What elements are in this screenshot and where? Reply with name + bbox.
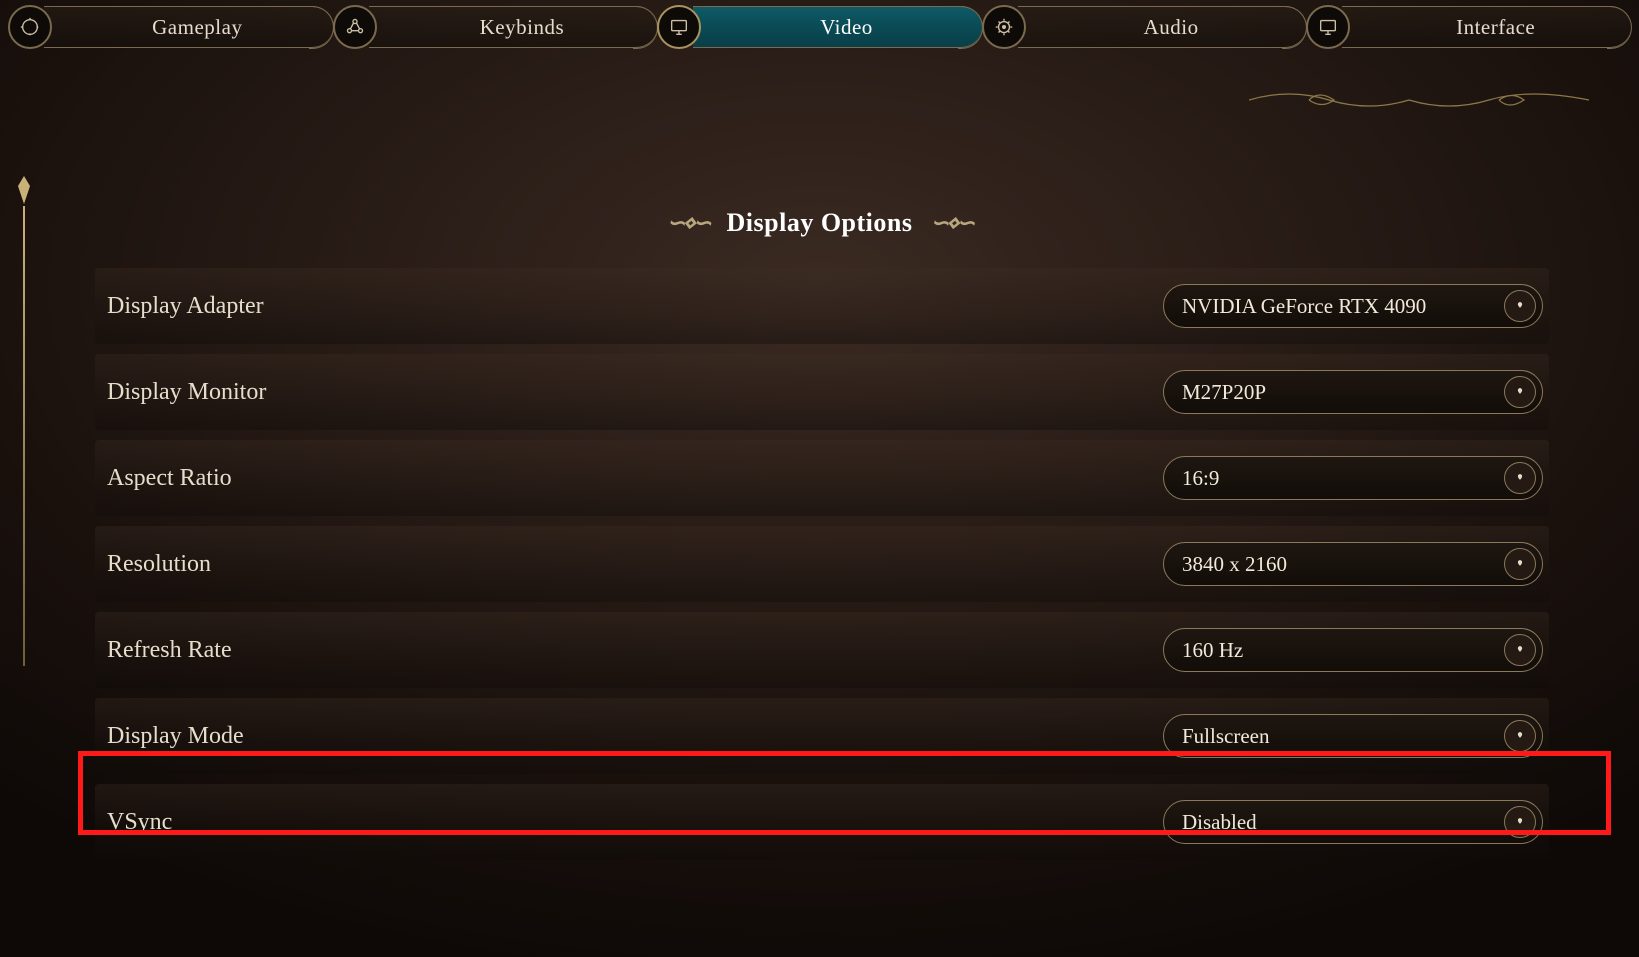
dropdown-value: Disabled (1182, 810, 1257, 835)
setting-row-refresh-rate: Refresh Rate 160 Hz (95, 612, 1549, 688)
display-monitor-dropdown[interactable]: M27P20P (1163, 370, 1543, 414)
target-icon (8, 5, 52, 49)
dropdown-value: M27P20P (1182, 380, 1266, 405)
setting-label: Aspect Ratio (101, 465, 1163, 492)
settings-list: Display Adapter NVIDIA GeForce RTX 4090 … (95, 268, 1549, 860)
dropdown-value: 16:9 (1182, 466, 1219, 491)
aspect-ratio-dropdown[interactable]: 16:9 (1163, 456, 1543, 500)
setting-label: Display Monitor (101, 379, 1163, 406)
display-mode-dropdown[interactable]: Fullscreen (1163, 714, 1543, 758)
setting-row-display-adapter: Display Adapter NVIDIA GeForce RTX 4090 (95, 268, 1549, 344)
chevron-down-icon (1504, 548, 1536, 580)
swash-right-icon: ∽⋄∽ (930, 210, 972, 236)
dial-icon (982, 5, 1026, 49)
chevron-down-icon (1504, 806, 1536, 838)
setting-row-resolution: Resolution 3840 x 2160 (95, 526, 1549, 602)
setting-row-aspect-ratio: Aspect Ratio 16:9 (95, 440, 1549, 516)
tab-video[interactable]: Video (657, 4, 982, 50)
setting-label: Display Mode (101, 723, 1163, 750)
tab-audio[interactable]: Audio (982, 4, 1307, 50)
chevron-down-icon (1504, 376, 1536, 408)
vsync-dropdown[interactable]: Disabled (1163, 800, 1543, 844)
setting-label: VSync (101, 809, 1163, 836)
dropdown-value: 160 Hz (1182, 638, 1243, 663)
dropdown-value: Fullscreen (1182, 724, 1269, 749)
tab-label: Interface (1342, 6, 1631, 48)
chevron-down-icon (1504, 720, 1536, 752)
monitor-icon (657, 5, 701, 49)
tab-gameplay[interactable]: Gameplay (8, 4, 333, 50)
resolution-dropdown[interactable]: 3840 x 2160 (1163, 542, 1543, 586)
tab-label: Gameplay (44, 6, 333, 48)
chevron-down-icon (1504, 634, 1536, 666)
setting-row-vsync: VSync Disabled (95, 784, 1549, 860)
setting-label: Resolution (101, 551, 1163, 578)
tab-label: Video (693, 6, 982, 48)
tab-keybinds[interactable]: Keybinds (333, 4, 658, 50)
section-title-text: Display Options (727, 208, 913, 238)
refresh-rate-dropdown[interactable]: 160 Hz (1163, 628, 1543, 672)
nodes-icon (333, 5, 377, 49)
tab-label: Audio (1018, 6, 1307, 48)
side-ornament (14, 176, 34, 666)
chevron-down-icon (1504, 290, 1536, 322)
setting-label: Display Adapter (101, 293, 1163, 320)
section-title: ∽⋄∽ Display Options ∽⋄∽ (0, 208, 1639, 238)
display-adapter-dropdown[interactable]: NVIDIA GeForce RTX 4090 (1163, 284, 1543, 328)
tab-interface[interactable]: Interface (1306, 4, 1631, 50)
settings-tabs: Gameplay Keybinds Video Audio Interface (0, 0, 1639, 58)
dropdown-value: 3840 x 2160 (1182, 552, 1287, 577)
chevron-down-icon (1504, 462, 1536, 494)
tab-label: Keybinds (369, 6, 658, 48)
swash-left-icon: ∽⋄∽ (667, 210, 709, 236)
setting-label: Refresh Rate (101, 637, 1163, 664)
dropdown-value: NVIDIA GeForce RTX 4090 (1182, 294, 1426, 319)
setting-row-display-monitor: Display Monitor M27P20P (95, 354, 1549, 430)
divider-flourish (1249, 86, 1589, 114)
setting-row-display-mode: Display Mode Fullscreen (95, 698, 1549, 774)
